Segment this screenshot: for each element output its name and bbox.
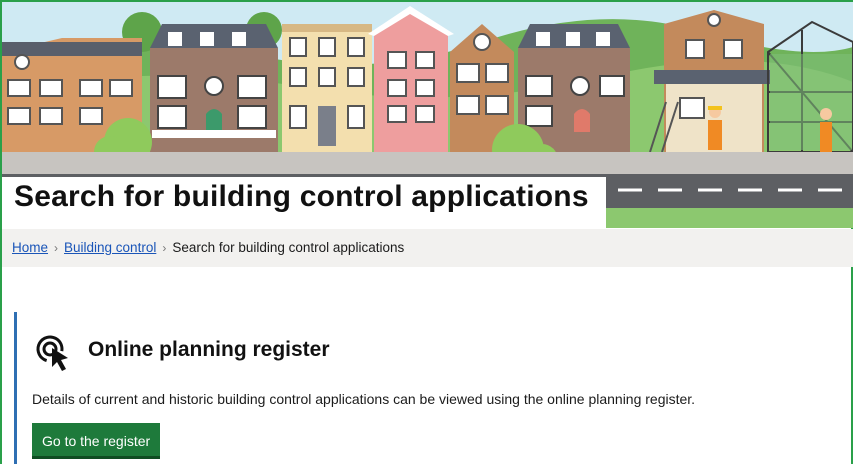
page-title: Search for building control applications	[14, 180, 589, 213]
cursor-click-icon	[36, 335, 68, 371]
callout-description: Details of current and historic building…	[32, 391, 696, 407]
breadcrumb-home-link[interactable]: Home	[12, 240, 48, 255]
breadcrumb-separator: ›	[162, 241, 167, 255]
go-to-register-button[interactable]: Go to the register	[32, 423, 161, 459]
breadcrumb-separator: ›	[54, 241, 59, 255]
callout-title: Online planning register	[88, 338, 330, 361]
breadcrumb-current-page: Search for building control applications	[172, 240, 405, 255]
planning-register-callout: Online planning register Details of curr…	[14, 312, 837, 464]
breadcrumb: Home › Building control › Search for buildin…	[2, 229, 853, 267]
breadcrumb-building-control-link[interactable]: Building control	[64, 240, 156, 255]
page-title-box: Search for building control applications	[2, 177, 606, 229]
